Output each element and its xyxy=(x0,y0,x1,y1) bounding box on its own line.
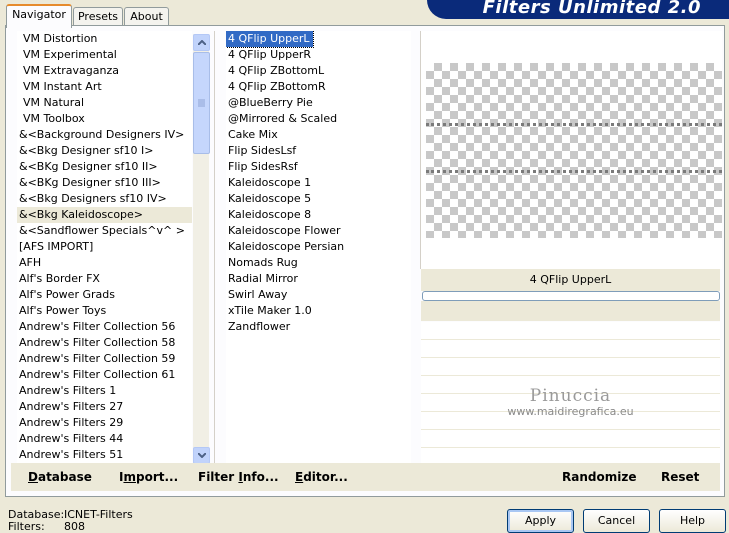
cancel-button[interactable]: Cancel xyxy=(583,509,650,533)
filter-item[interactable]: Kaleidoscope 1 xyxy=(226,175,314,191)
category-scrollbar[interactable] xyxy=(193,34,210,464)
navigator-panel: VM Distortion VM Experimental VM Extravaga… xyxy=(5,25,725,497)
filter-item[interactable]: Swirl Away xyxy=(226,287,290,303)
category-item[interactable]: &<Bkg Designer sf10 I> xyxy=(17,143,192,159)
category-item[interactable]: Alf's Border FX xyxy=(17,271,192,287)
category-list[interactable]: VM Distortion VM Experimental VM Extravaga… xyxy=(17,31,192,463)
slider-row xyxy=(421,412,720,430)
editor-button[interactable]: Editor... xyxy=(295,463,348,491)
status-filters-value: 808 xyxy=(64,520,85,533)
category-item[interactable]: VM Experimental xyxy=(17,47,192,63)
category-item[interactable]: &<Bkg Designers sf10 IV> xyxy=(17,191,192,207)
category-item[interactable]: VM Extravaganza xyxy=(17,63,192,79)
chevron-down-icon xyxy=(197,453,206,458)
slider-row xyxy=(421,394,720,412)
help-button[interactable]: Help xyxy=(659,509,726,533)
preview-image xyxy=(426,63,722,238)
category-item[interactable]: &<Background Designers IV> xyxy=(17,127,192,143)
category-item[interactable]: VM Distortion xyxy=(17,31,192,47)
filter-item[interactable]: Radial Mirror xyxy=(226,271,301,287)
app-title: Filters Unlimited 2.0 xyxy=(482,0,701,18)
filter-info-button[interactable]: Filter Info... xyxy=(198,463,279,491)
category-item[interactable]: AFH xyxy=(17,255,192,271)
category-item[interactable]: &<BKg Designer sf10 III> xyxy=(17,175,192,191)
category-item[interactable]: VM Toolbox xyxy=(17,111,192,127)
filter-item[interactable]: 4 QFlip UpperL xyxy=(226,31,314,48)
category-item[interactable]: Andrew's Filter Collection 61 xyxy=(17,367,192,383)
preview-area xyxy=(420,31,722,269)
slider-row xyxy=(421,322,720,340)
selected-filter-name: 4 QFlip UpperL xyxy=(421,269,720,291)
database-button[interactable]: Database xyxy=(28,463,92,491)
category-item[interactable]: VM Natural xyxy=(17,95,192,111)
category-item[interactable]: [AFS IMPORT] xyxy=(17,239,192,255)
app-banner: Filters Unlimited 2.0 xyxy=(427,0,729,19)
status-filters-label: Filters: xyxy=(8,520,45,533)
category-item[interactable]: &<BKg Designer sf10 II> xyxy=(17,159,192,175)
category-item[interactable]: VM Instant Art xyxy=(17,79,192,95)
category-item[interactable]: Andrew's Filters 27 xyxy=(17,399,192,415)
filter-item[interactable]: Kaleidoscope 8 xyxy=(226,207,314,223)
filter-item[interactable]: Kaleidoscope Flower xyxy=(226,223,344,239)
category-item[interactable]: Andrew's Filters 51 xyxy=(17,447,192,463)
grip-icon xyxy=(198,99,205,107)
filter-item[interactable]: xTile Maker 1.0 xyxy=(226,303,315,319)
panel-toolbar: Database Import... Filter Info... Editor… xyxy=(11,463,720,491)
tab-presets[interactable]: Presets xyxy=(73,7,123,26)
slider-row xyxy=(421,376,720,394)
tab-about[interactable]: About xyxy=(124,7,169,26)
randomize-button[interactable]: Randomize xyxy=(562,463,636,491)
slider-row xyxy=(421,340,720,358)
filter-item[interactable]: Flip SidesRsf xyxy=(226,159,301,175)
category-item[interactable]: &<Bkg Kaleidoscope> xyxy=(17,207,192,223)
progress-bar xyxy=(422,291,720,301)
category-item[interactable]: Andrew's Filters 44 xyxy=(17,431,192,447)
scroll-down-button[interactable] xyxy=(193,447,210,464)
filter-item[interactable]: Cake Mix xyxy=(226,127,281,143)
category-item[interactable]: Andrew's Filters 29 xyxy=(17,415,192,431)
status-filters: Filters: 808 xyxy=(8,520,85,533)
chevron-up-icon xyxy=(197,40,206,45)
category-item[interactable]: Alf's Power Grads xyxy=(17,287,192,303)
preview-dotted-line xyxy=(426,170,722,173)
scroll-up-button[interactable] xyxy=(193,34,210,51)
filter-item[interactable]: 4 QFlip ZBottomR xyxy=(226,79,329,95)
filter-item[interactable]: Kaleidoscope 5 xyxy=(226,191,314,207)
category-item[interactable]: Alf's Power Toys xyxy=(17,303,192,319)
category-item[interactable]: Andrew's Filters 1 xyxy=(17,383,192,399)
slider-row xyxy=(421,430,720,448)
scroll-thumb[interactable] xyxy=(193,52,210,154)
filter-item[interactable]: Nomads Rug xyxy=(226,255,301,271)
filter-item[interactable]: @Mirrored & Scaled xyxy=(226,111,340,127)
filter-item[interactable]: Flip SidesLsf xyxy=(226,143,299,159)
reset-button[interactable]: Reset xyxy=(661,463,699,491)
tab-navigator[interactable]: Navigator xyxy=(6,4,72,28)
preview-dotted-line xyxy=(426,123,722,126)
apply-button[interactable]: Apply xyxy=(507,509,574,533)
parameter-header xyxy=(421,301,720,321)
filter-list[interactable]: 4 QFlip UpperL 4 QFlip UpperR 4 QFlip ZBot… xyxy=(226,31,411,463)
category-item[interactable]: &<Sandflower Specials^v^ > xyxy=(17,223,192,239)
filter-item[interactable]: 4 QFlip UpperR xyxy=(226,47,314,63)
filter-item[interactable]: @BlueBerry Pie xyxy=(226,95,316,111)
slider-row xyxy=(421,358,720,376)
category-item[interactable]: Andrew's Filter Collection 56 xyxy=(17,319,192,335)
filter-item[interactable]: Kaleidoscope Persian xyxy=(226,239,347,255)
parameter-sliders xyxy=(421,322,720,466)
category-item[interactable]: Andrew's Filter Collection 59 xyxy=(17,351,192,367)
category-item[interactable]: Andrew's Filter Collection 58 xyxy=(17,335,192,351)
filter-item[interactable]: Zandflower xyxy=(226,319,293,335)
filter-item[interactable]: 4 QFlip ZBottomL xyxy=(226,63,327,79)
list-divider xyxy=(214,31,215,463)
import-button[interactable]: Import... xyxy=(119,463,178,491)
